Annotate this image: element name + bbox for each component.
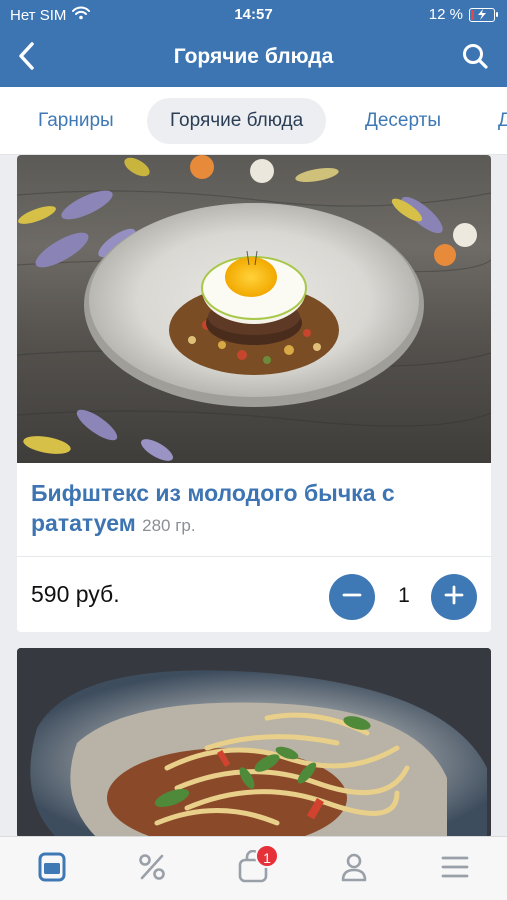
profile-icon [340, 852, 368, 887]
quantity-value: 1 [398, 584, 410, 607]
product-card[interactable]: Бифштекс из молодого бычка с рататуем 28… [17, 155, 491, 632]
product-card[interactable] [17, 648, 491, 838]
category-tabs: Гарниры Горячие блюда Десерты Д [0, 87, 507, 155]
status-right: 12 % [428, 6, 498, 23]
bottom-navigation: 1 [0, 836, 507, 900]
battery-fill [471, 9, 474, 20]
nav-menu[interactable] [32, 849, 72, 889]
tab-desserts[interactable]: Десерты [342, 98, 464, 144]
search-icon [462, 43, 488, 74]
app-header: Нет SIM 14:57 12 % Горячие блюда [0, 0, 507, 87]
status-bar: Нет SIM 14:57 12 % [0, 0, 507, 30]
decrease-quantity-button[interactable] [329, 574, 375, 620]
tab-hot-dishes[interactable]: Горячие блюда [147, 98, 327, 144]
product-photo[interactable] [17, 648, 491, 838]
product-name-text: Бифштекс из молодого бычка с рататуем [31, 480, 395, 536]
cart-badge: 1 [255, 844, 279, 868]
minus-icon [342, 585, 362, 610]
plus-icon [444, 585, 464, 610]
nav-cart[interactable]: 1 [233, 844, 279, 889]
page-title: Горячие блюда [173, 45, 334, 68]
nav-promotions[interactable] [132, 849, 172, 889]
hamburger-menu-icon [441, 855, 469, 884]
product-name[interactable]: Бифштекс из молодого бычка с рататуем 28… [17, 463, 491, 557]
back-button[interactable] [8, 38, 44, 78]
battery-percent: 12 % [428, 6, 463, 23]
percent-icon [137, 852, 167, 887]
nav-profile[interactable] [334, 849, 374, 889]
chevron-left-icon [18, 41, 34, 75]
product-price: 590 руб. [31, 581, 120, 607]
search-button[interactable] [457, 40, 493, 76]
price-row: 590 руб. 1 [17, 557, 491, 632]
product-photo[interactable] [17, 155, 491, 463]
navbar: Горячие блюда [0, 30, 507, 87]
tab-next[interactable]: Д [475, 98, 507, 144]
battery-icon [469, 7, 498, 22]
increase-quantity-button[interactable] [431, 574, 477, 620]
product-weight: 280 гр. [142, 516, 196, 535]
nav-more[interactable] [435, 849, 475, 889]
tab-garnish[interactable]: Гарниры [15, 98, 137, 144]
menu-book-icon [38, 852, 66, 887]
